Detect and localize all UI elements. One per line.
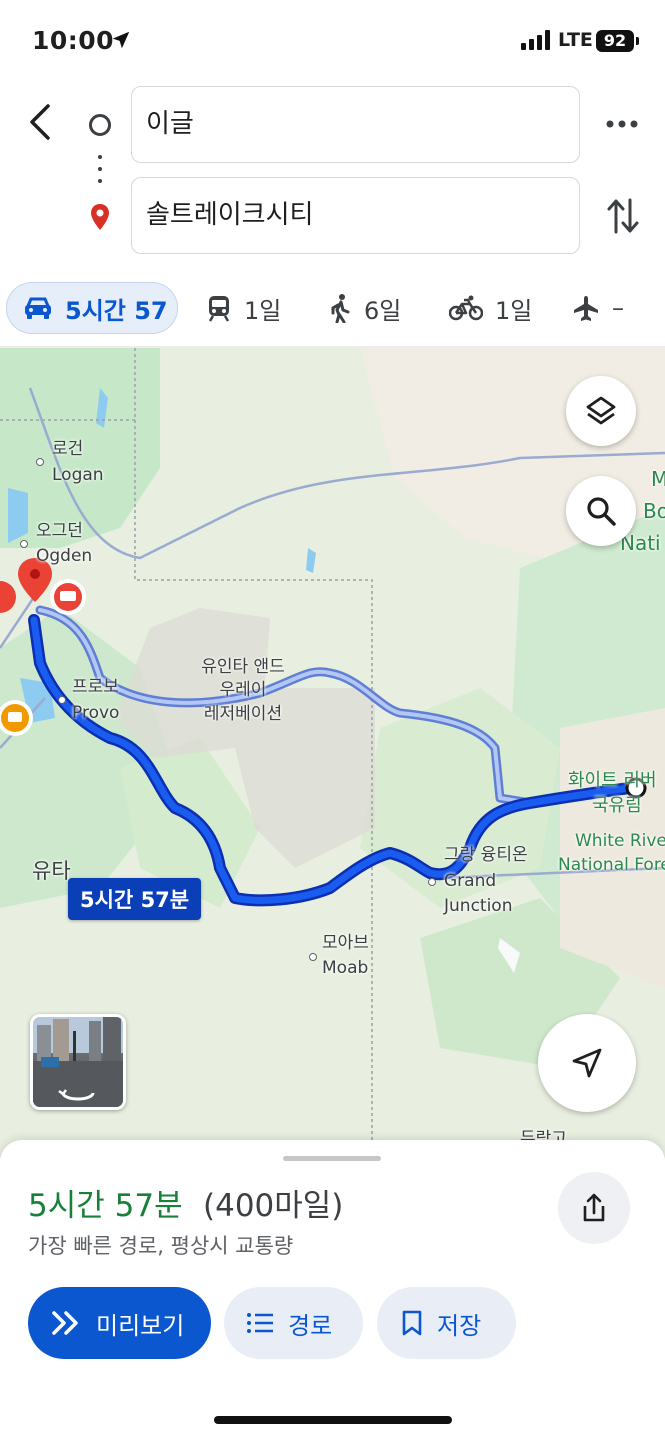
- label-wr-en-2: National Fore: [558, 855, 665, 875]
- bookmark-icon: [402, 1310, 422, 1336]
- label-wr-en-1: White River: [575, 831, 665, 851]
- preview-button[interactable]: 미리보기: [28, 1287, 211, 1359]
- route-summary-sheet: 5시간 57분 (400마일) 가장 빠른 경로, 평상시 교통량 미리보기 경…: [0, 1140, 665, 1440]
- moab-dot: [309, 953, 317, 961]
- network-type: LTE: [558, 29, 593, 51]
- label-gj-en-1: Grand: [444, 871, 497, 891]
- logan-dot: [36, 458, 44, 466]
- swap-vert-icon[interactable]: [606, 196, 640, 236]
- tab-bike[interactable]: 1일: [449, 282, 532, 334]
- label-wr-ko-1: 화이트 리버: [568, 770, 657, 791]
- provo-dot: [58, 696, 66, 704]
- navigation-arrow-icon: [572, 1048, 602, 1078]
- label-uintah-1: 유인타 앤드: [201, 657, 285, 677]
- double-chevron-right-icon: [52, 1311, 78, 1335]
- grand-junction-dot: [428, 878, 436, 886]
- location-arrow-icon: [112, 31, 130, 49]
- label-utah: 유타: [32, 859, 71, 883]
- tab-flight[interactable]: –: [572, 282, 624, 334]
- my-location-button[interactable]: [538, 1014, 636, 1112]
- destination-input[interactable]: 솔트레이크시티: [131, 177, 580, 254]
- label-forest-1: M: [651, 467, 665, 491]
- route-duration-badge[interactable]: 5시간 57분: [68, 878, 202, 920]
- search-along-route-button[interactable]: [566, 476, 636, 546]
- save-label: 저장: [437, 1311, 482, 1340]
- ogden-dot: [20, 540, 28, 548]
- label-provo-en: Provo: [72, 703, 120, 723]
- map-view[interactable]: 로건 Logan 오그던 Ogden 프로보 Provo 유인타 앤드 우레이 …: [0, 348, 665, 1158]
- layers-button[interactable]: [566, 376, 636, 446]
- destination-pin-icon: [91, 204, 109, 230]
- train-icon: [208, 296, 230, 322]
- preview-label: 미리보기: [96, 1311, 185, 1340]
- home-indicator: [214, 1416, 452, 1424]
- route-dots-icon: [98, 155, 102, 187]
- flight-icon: [574, 296, 598, 321]
- bike-icon: [449, 295, 483, 321]
- travel-mode-tabs: 5시간 57 1일 6일 1일 –: [0, 282, 665, 338]
- label-moab-ko: 모아브: [322, 933, 369, 953]
- list-icon: [247, 1313, 273, 1333]
- tab-drive-label: 5시간 57: [65, 296, 168, 325]
- label-gj-ko: 그랑 융티온: [444, 845, 528, 865]
- street-view-thumbnail[interactable]: [30, 1014, 126, 1110]
- share-button[interactable]: [558, 1172, 630, 1244]
- label-wr-ko-2: 국유림: [592, 795, 642, 816]
- tab-bike-label: 1일: [495, 296, 533, 325]
- label-forest-2: Bo: [643, 499, 665, 523]
- search-icon: [587, 497, 616, 526]
- route-distance: (400마일): [203, 1188, 344, 1224]
- layers-icon: [586, 396, 616, 425]
- street-view-image: [33, 1017, 123, 1107]
- share-icon: [583, 1193, 605, 1222]
- sheet-drag-handle[interactable]: [283, 1156, 381, 1161]
- more-options-icon[interactable]: [604, 112, 640, 136]
- label-uintah-3: 레저베이션: [203, 704, 283, 724]
- label-gj-en-2: Junction: [444, 896, 513, 916]
- label-logan-ko: 로건: [52, 439, 84, 459]
- steps-label: 경로: [288, 1311, 333, 1340]
- origin-circle-icon: [89, 114, 111, 136]
- battery-tip: [636, 37, 639, 45]
- save-button[interactable]: 저장: [377, 1287, 516, 1359]
- tab-flight-label: –: [612, 294, 624, 322]
- tab-walk-label: 6일: [364, 296, 402, 325]
- status-bar: 10:00 LTE 92: [0, 0, 665, 80]
- label-ogden-ko: 오그던: [36, 521, 83, 541]
- label-ogden-en: Ogden: [36, 546, 93, 566]
- label-moab-en: Moab: [322, 958, 369, 978]
- tab-walk[interactable]: 6일: [328, 282, 401, 334]
- walk-icon: [331, 294, 350, 323]
- route-description: 가장 빠른 경로, 평상시 교통량: [28, 1234, 294, 1258]
- car-icon: [25, 297, 51, 319]
- origin-input[interactable]: 이글: [131, 86, 580, 163]
- tab-transit[interactable]: 1일: [206, 282, 281, 334]
- tab-drive[interactable]: 5시간 57: [6, 282, 178, 334]
- steps-button[interactable]: 경로: [224, 1287, 363, 1359]
- label-logan-en: Logan: [52, 465, 104, 485]
- back-chevron-icon[interactable]: [20, 100, 60, 144]
- status-time: 10:00: [32, 26, 115, 55]
- tab-transit-label: 1일: [244, 296, 282, 325]
- label-uintah-2: 우레이: [219, 680, 267, 700]
- signal-icon: [521, 30, 550, 50]
- battery-level: 92: [596, 30, 634, 52]
- route-duration: 5시간 57분: [28, 1188, 183, 1224]
- label-provo-ko: 프로보: [72, 677, 119, 697]
